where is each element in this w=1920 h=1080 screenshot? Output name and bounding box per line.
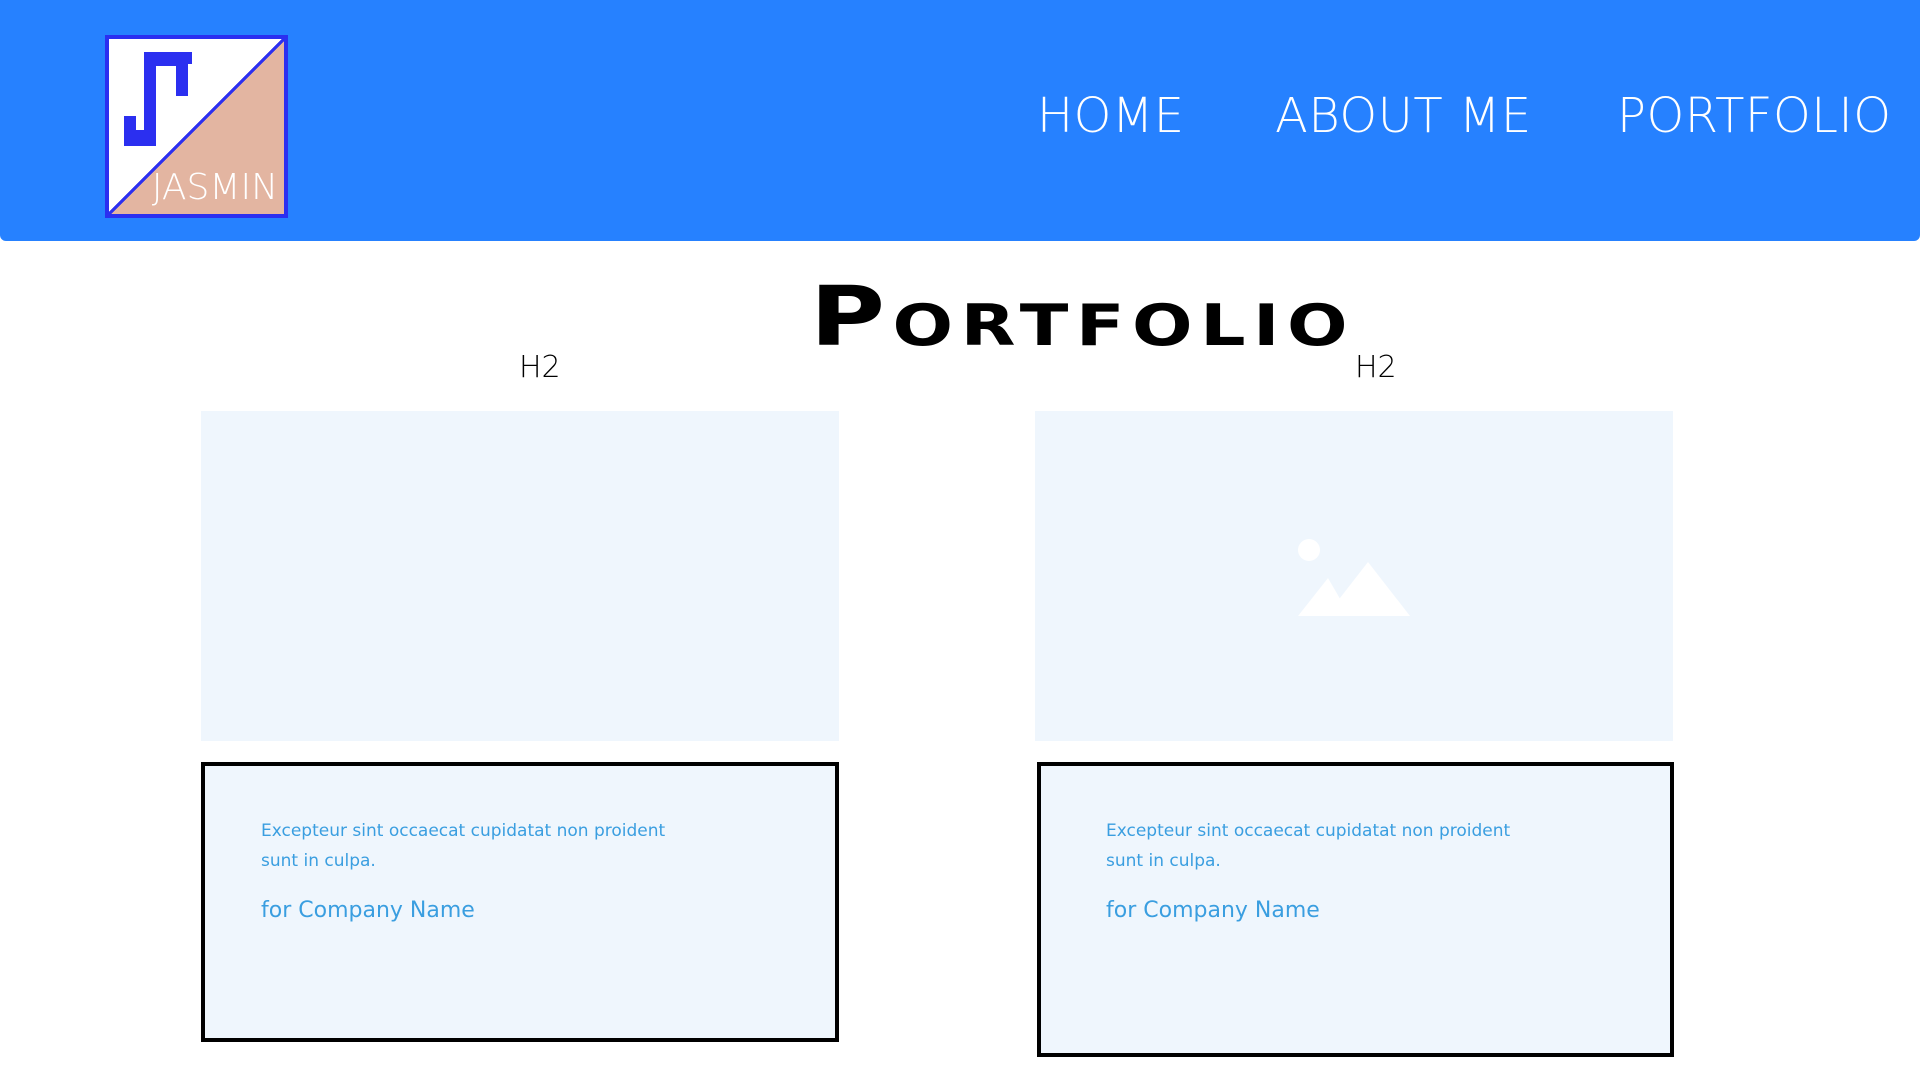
page-title: Portfolio xyxy=(809,270,1356,365)
site-logo[interactable]: JASMIN xyxy=(105,35,288,218)
h2-annotation-right: H2 xyxy=(1355,350,1397,385)
project-card-1: Excepteur sint occaecat cupidatat non pr… xyxy=(201,762,839,1042)
project-image-2 xyxy=(1035,411,1673,741)
nav-item-about-me[interactable]: ABOUT ME xyxy=(1275,86,1532,146)
site-header: JASMIN HOME ABOUT ME PORTFOLIO xyxy=(0,0,1920,241)
project-description: Excepteur sint occaecat cupidatat non pr… xyxy=(261,821,666,871)
project-description: Excepteur sint occaecat cupidatat non pr… xyxy=(1106,821,1511,871)
logo-text: JASMIN xyxy=(151,167,278,208)
project-card-2: Excepteur sint occaecat cupidatat non pr… xyxy=(1037,762,1674,1057)
image-placeholder-icon xyxy=(1298,539,1410,616)
project-company: for Company Name xyxy=(1106,898,1320,923)
h2-annotation-left: H2 xyxy=(519,350,561,385)
monogram-logo-icon xyxy=(124,52,192,146)
project-image-1 xyxy=(201,411,839,741)
project-company: for Company Name xyxy=(261,898,475,923)
nav-item-home[interactable]: HOME xyxy=(1037,86,1185,146)
nav-item-portfolio[interactable]: PORTFOLIO xyxy=(1617,86,1891,146)
